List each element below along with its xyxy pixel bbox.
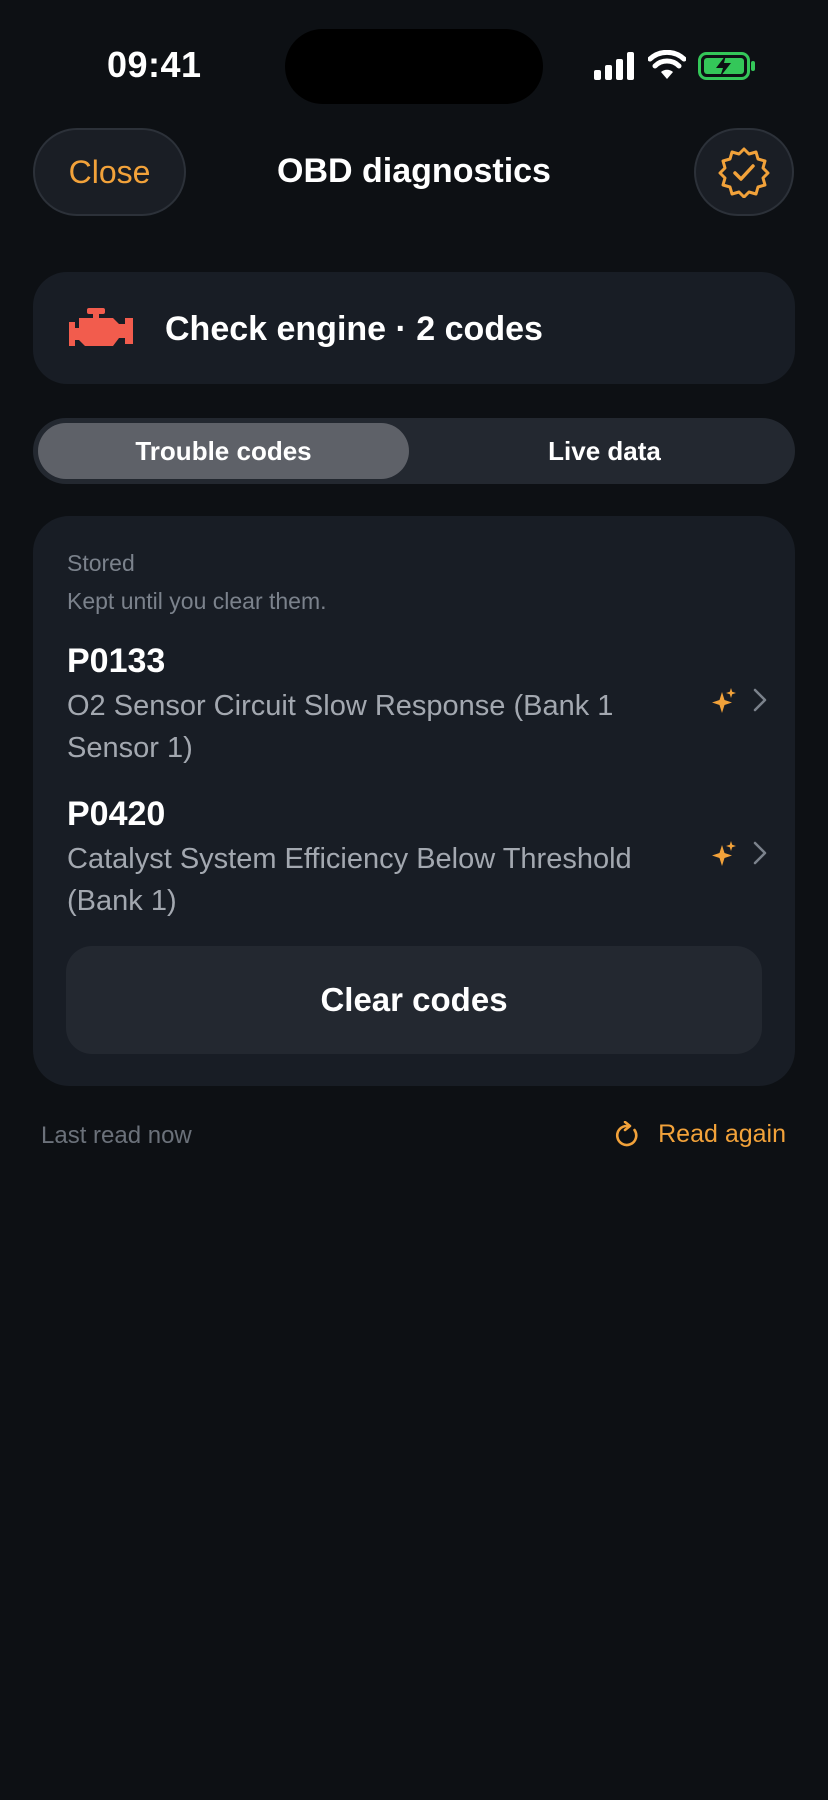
sparkle-icon[interactable] [711, 841, 737, 869]
clear-codes-button[interactable]: Clear codes [66, 946, 762, 1054]
battery-charging-icon [698, 52, 755, 80]
section-subtitle: Kept until you clear them. [67, 588, 327, 614]
section-title: Stored [67, 550, 135, 576]
tab-trouble-codes[interactable]: Trouble codes [38, 423, 409, 479]
dynamic-island [285, 29, 543, 104]
tab-label: Trouble codes [135, 435, 312, 466]
signal-icon [594, 52, 634, 80]
refresh-icon [616, 1120, 638, 1146]
code-id: P0420 [67, 795, 166, 833]
clear-codes-label: Clear codes [320, 981, 508, 1018]
code-description: Catalyst System Efficiency Below Thresho… [67, 843, 632, 917]
trouble-codes-card: Stored Kept until you clear them. P0133 … [33, 516, 795, 1086]
chevron-right-icon [753, 688, 767, 712]
status-bar: 09:41 [0, 0, 828, 130]
tab-label: Live data [548, 435, 661, 466]
sparkle-icon[interactable] [711, 688, 737, 716]
read-again-label: Read again [658, 1120, 786, 1148]
verify-button[interactable] [694, 128, 794, 216]
last-read-text: Last read now [41, 1122, 192, 1149]
tab-live-data[interactable]: Live data [419, 423, 790, 479]
verified-badge-icon [718, 147, 770, 198]
check-engine-text: Check engine · 2 codes [165, 310, 543, 348]
read-again-button[interactable]: Read again [614, 1120, 786, 1149]
code-description: O2 Sensor Circuit Slow Response (Bank 1 … [67, 690, 614, 764]
code-row-p0133[interactable]: P0133 O2 Sensor Circuit Slow Response (B… [67, 642, 767, 769]
code-id: P0133 [67, 642, 166, 680]
check-engine-banner: Check engine · 2 codes [33, 272, 795, 384]
check-engine-icon [69, 308, 133, 346]
segmented-control: Trouble codes Live data [33, 418, 795, 484]
code-row-p0420[interactable]: P0420 Catalyst System Efficiency Below T… [67, 795, 767, 922]
wifi-icon [648, 50, 686, 79]
status-time: 09:41 [107, 44, 202, 85]
chevron-right-icon [753, 841, 767, 865]
